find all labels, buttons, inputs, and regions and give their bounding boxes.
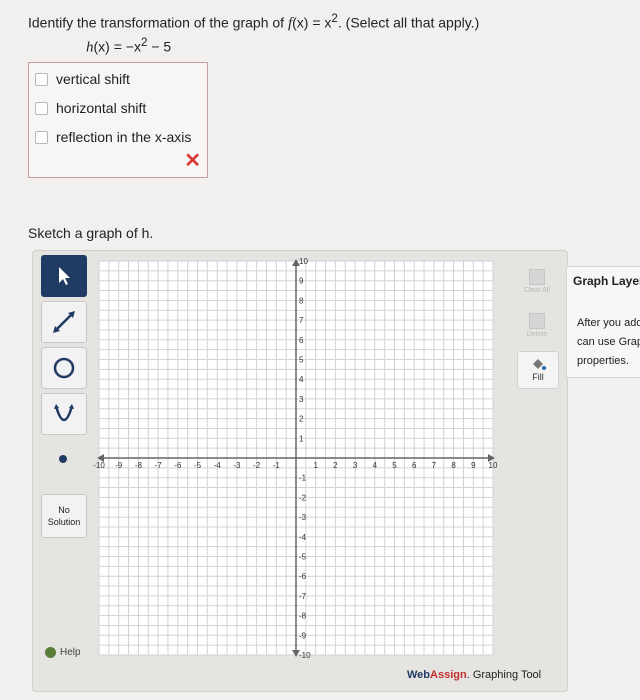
y-tick-label: -6 [299, 572, 307, 581]
parabola-icon [54, 404, 74, 422]
circle-tool[interactable] [41, 347, 87, 389]
function-h: h(x) = −x2 − 5 [86, 36, 172, 56]
point-tool[interactable] [41, 439, 85, 479]
x-tick-label: 7 [432, 461, 437, 470]
y-tick-label: 9 [299, 277, 304, 286]
fill-button[interactable]: Fill [517, 351, 559, 389]
paint-bucket-icon [533, 359, 546, 370]
y-tick-label: 6 [299, 336, 304, 345]
checkbox[interactable] [35, 72, 48, 86]
y-tick-label: -10 [299, 651, 311, 660]
webassign-brand: WebAssign. Graphing Tool [407, 669, 542, 681]
circle-icon [53, 357, 75, 379]
y-tick-label: -4 [299, 533, 307, 542]
point-icon [59, 455, 67, 463]
x-tick-label: 3 [353, 461, 358, 470]
line-tool[interactable] [41, 301, 87, 343]
clear-icon [529, 268, 545, 285]
sketch-prompt: Sketch a graph of h. [28, 225, 154, 241]
x-tick-label: 2 [333, 461, 338, 470]
choice-reflection[interactable]: reflection in the x-axis [35, 129, 191, 145]
x-tick-label: 10 [489, 461, 498, 470]
clear-all-button[interactable]: Clear All [517, 263, 557, 299]
choice-vertical-shift[interactable]: vertical shift [35, 71, 130, 87]
answer-box: vertical shift horizontal shift reflecti… [28, 62, 208, 178]
y-tick-label: 5 [299, 356, 304, 365]
x-tick-label: 9 [471, 461, 476, 470]
x-tick-label: -3 [233, 461, 241, 470]
x-tick-label: -9 [115, 461, 123, 470]
y-tick-label: 8 [299, 296, 304, 305]
checkbox[interactable] [35, 130, 48, 144]
choice-horizontal-shift[interactable]: horizontal shift [35, 100, 146, 116]
incorrect-icon: ✕ [184, 150, 201, 172]
graphing-tool: No Solution Help -10 -9 -8 -7 -6 -5 -4 -3 -2 -1 1 2… [32, 250, 568, 692]
graph-layers-hint: After you add an object to the graph you… [577, 317, 640, 367]
y-tick-label: 3 [299, 395, 304, 404]
x-tick-label: 6 [412, 461, 417, 470]
y-tick-label: -8 [299, 612, 307, 621]
y-tick-label: 7 [299, 316, 304, 325]
x-tick-label: -5 [194, 461, 202, 470]
y-tick-label: 2 [299, 415, 304, 424]
help-icon [45, 647, 56, 658]
x-tick-label: -7 [155, 461, 163, 470]
y-tick-label: -3 [299, 513, 307, 522]
y-tick-label: -5 [299, 553, 307, 562]
y-tick-label: -7 [299, 592, 307, 601]
graph-layers-panel: Graph Layers After you add an object to … [566, 266, 640, 378]
x-tick-label: 5 [392, 461, 397, 470]
trash-icon [529, 312, 545, 329]
x-tick-label: 1 [313, 461, 318, 470]
x-tick-label: 8 [451, 461, 456, 470]
graph-layers-title: Graph Layers [573, 274, 640, 288]
y-tick-label: 1 [299, 434, 304, 443]
question-text: Identify the transformation of the graph… [28, 12, 480, 32]
y-tick-label: 10 [299, 257, 308, 266]
pointer-icon [59, 267, 70, 285]
x-tick-label: -8 [135, 461, 143, 470]
parabola-tool[interactable] [41, 393, 87, 435]
x-tick-label: -10 [93, 461, 105, 470]
y-tick-label: -9 [299, 631, 307, 640]
pointer-tool[interactable] [41, 255, 87, 297]
x-tick-label: -4 [214, 461, 222, 470]
y-tick-label: -1 [299, 474, 307, 483]
x-tick-label: -6 [174, 461, 182, 470]
coordinate-grid[interactable]: -10 -9 -8 -7 -6 -5 -4 -3 -2 -1 1 2 3 4 5 6 7 8 9 10 10 9 8 7 6 5 4… [91, 253, 501, 663]
y-tick-label: 4 [299, 375, 304, 384]
x-tick-label: -2 [253, 461, 261, 470]
y-tick-label: -2 [299, 493, 307, 502]
line-icon [53, 311, 75, 333]
help-link[interactable]: Help [45, 647, 81, 658]
delete-button[interactable]: Delete [517, 307, 557, 343]
no-solution-button[interactable]: No Solution [41, 494, 87, 538]
x-tick-label: -1 [273, 461, 281, 470]
checkbox[interactable] [35, 101, 48, 115]
x-tick-label: 4 [373, 461, 378, 470]
